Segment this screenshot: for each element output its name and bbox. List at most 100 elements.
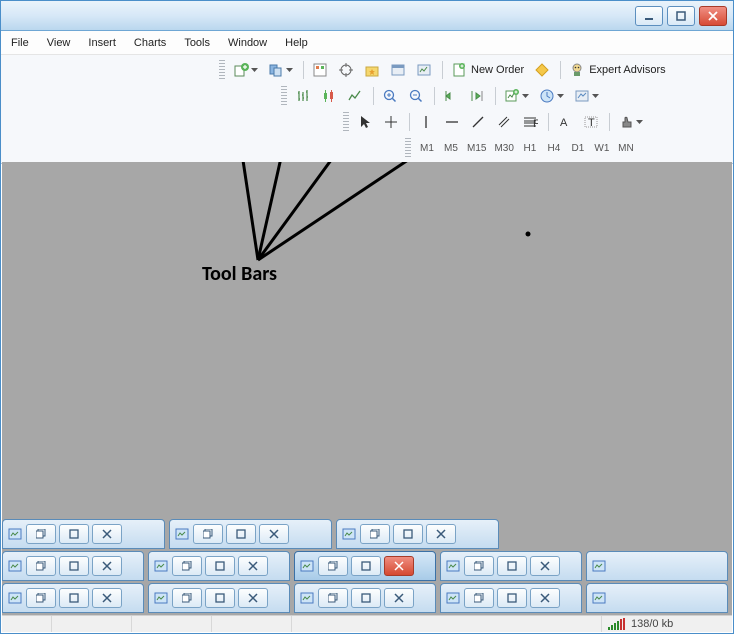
child-window[interactable] xyxy=(2,519,165,549)
child-maximize-button[interactable] xyxy=(226,524,256,544)
auto-scroll-button[interactable] xyxy=(439,85,463,107)
child-restore-button[interactable] xyxy=(193,524,223,544)
child-restore-button[interactable] xyxy=(172,556,202,576)
child-restore-button[interactable] xyxy=(26,588,56,608)
child-restore-button[interactable] xyxy=(464,556,494,576)
child-maximize-button[interactable] xyxy=(59,588,89,608)
trendline-button[interactable] xyxy=(466,111,490,133)
child-maximize-button[interactable] xyxy=(205,588,235,608)
child-restore-button[interactable] xyxy=(318,588,348,608)
child-close-button[interactable] xyxy=(384,588,414,608)
child-maximize-button[interactable] xyxy=(393,524,423,544)
menu-file[interactable]: File xyxy=(11,37,29,49)
maximize-button[interactable] xyxy=(667,6,695,26)
timeframe-d1-button[interactable]: D1 xyxy=(566,138,590,158)
timeframe-mn-button[interactable]: MN xyxy=(614,138,638,158)
child-maximize-button[interactable] xyxy=(351,588,381,608)
child-close-button[interactable] xyxy=(92,524,122,544)
profiles-button[interactable] xyxy=(264,59,297,81)
menu-insert[interactable]: Insert xyxy=(88,37,116,49)
menu-view[interactable]: View xyxy=(47,37,71,49)
metaquotes-button[interactable] xyxy=(530,59,554,81)
menu-window[interactable]: Window xyxy=(228,37,267,49)
timeframe-h1-button[interactable]: H1 xyxy=(518,138,542,158)
child-maximize-button[interactable] xyxy=(497,588,527,608)
toolbar-grip[interactable] xyxy=(219,60,225,80)
child-close-button[interactable] xyxy=(92,588,122,608)
child-close-button[interactable] xyxy=(238,588,268,608)
child-close-button[interactable] xyxy=(259,524,289,544)
cursor-button[interactable] xyxy=(353,111,377,133)
child-window[interactable] xyxy=(440,551,582,581)
menu-charts[interactable]: Charts xyxy=(134,37,166,49)
menu-help[interactable]: Help xyxy=(285,37,308,49)
zoom-out-button[interactable] xyxy=(404,85,428,107)
child-window[interactable] xyxy=(586,551,728,581)
child-window[interactable] xyxy=(2,551,144,581)
text-label-button[interactable]: T xyxy=(579,111,603,133)
market-watch-button[interactable] xyxy=(308,59,332,81)
candlestick-button[interactable] xyxy=(317,85,341,107)
arrows-button[interactable] xyxy=(614,111,647,133)
child-window[interactable] xyxy=(586,583,728,613)
terminal-button[interactable] xyxy=(386,59,410,81)
timeframe-m15-button[interactable]: M15 xyxy=(463,138,490,158)
timeframe-m1-button[interactable]: M1 xyxy=(415,138,439,158)
minimize-button[interactable] xyxy=(635,6,663,26)
toolbar-grip[interactable] xyxy=(405,138,411,158)
expert-advisors-button[interactable]: Expert Advisors xyxy=(565,59,669,81)
child-close-button[interactable] xyxy=(92,556,122,576)
chevron-down-icon xyxy=(592,94,599,98)
toolbar-grip[interactable] xyxy=(343,112,349,132)
line-chart-button[interactable] xyxy=(343,85,367,107)
new-chart-button[interactable] xyxy=(229,59,262,81)
child-close-button[interactable] xyxy=(384,556,414,576)
child-close-button[interactable] xyxy=(426,524,456,544)
templates-button[interactable] xyxy=(570,85,603,107)
child-close-button[interactable] xyxy=(238,556,268,576)
child-window-active[interactable] xyxy=(294,551,436,581)
toolbar-grip[interactable] xyxy=(281,86,287,106)
child-window[interactable] xyxy=(169,519,332,549)
chart-shift-button[interactable] xyxy=(465,85,489,107)
strategy-tester-button[interactable] xyxy=(412,59,436,81)
timeframe-m5-button[interactable]: M5 xyxy=(439,138,463,158)
timeframe-h4-button[interactable]: H4 xyxy=(542,138,566,158)
indicators-button[interactable] xyxy=(500,85,533,107)
fibonacci-button[interactable]: F xyxy=(518,111,542,133)
timeframe-w1-button[interactable]: W1 xyxy=(590,138,614,158)
child-maximize-button[interactable] xyxy=(59,524,89,544)
child-restore-button[interactable] xyxy=(26,524,56,544)
child-restore-button[interactable] xyxy=(464,588,494,608)
text-button[interactable]: A xyxy=(553,111,577,133)
timeframe-m30-button[interactable]: M30 xyxy=(490,138,517,158)
child-maximize-button[interactable] xyxy=(59,556,89,576)
child-restore-button[interactable] xyxy=(360,524,390,544)
child-restore-button[interactable] xyxy=(26,556,56,576)
child-maximize-button[interactable] xyxy=(351,556,381,576)
equidistant-channel-button[interactable] xyxy=(492,111,516,133)
zoom-in-button[interactable] xyxy=(378,85,402,107)
child-restore-button[interactable] xyxy=(172,588,202,608)
crosshair-button[interactable] xyxy=(379,111,403,133)
data-window-button[interactable] xyxy=(334,59,358,81)
child-window[interactable] xyxy=(294,583,436,613)
child-window[interactable] xyxy=(440,583,582,613)
child-close-button[interactable] xyxy=(530,588,560,608)
close-button[interactable] xyxy=(699,6,727,26)
child-close-button[interactable] xyxy=(530,556,560,576)
new-order-button[interactable]: New Order xyxy=(447,59,528,81)
menu-tools[interactable]: Tools xyxy=(184,37,210,49)
child-window[interactable] xyxy=(2,583,144,613)
child-window[interactable] xyxy=(148,583,290,613)
child-window[interactable] xyxy=(148,551,290,581)
bar-chart-button[interactable] xyxy=(291,85,315,107)
child-restore-button[interactable] xyxy=(318,556,348,576)
child-window[interactable] xyxy=(336,519,499,549)
horizontal-line-button[interactable] xyxy=(440,111,464,133)
child-maximize-button[interactable] xyxy=(497,556,527,576)
vertical-line-button[interactable] xyxy=(414,111,438,133)
periodicity-button[interactable] xyxy=(535,85,568,107)
navigator-button[interactable] xyxy=(360,59,384,81)
child-maximize-button[interactable] xyxy=(205,556,235,576)
